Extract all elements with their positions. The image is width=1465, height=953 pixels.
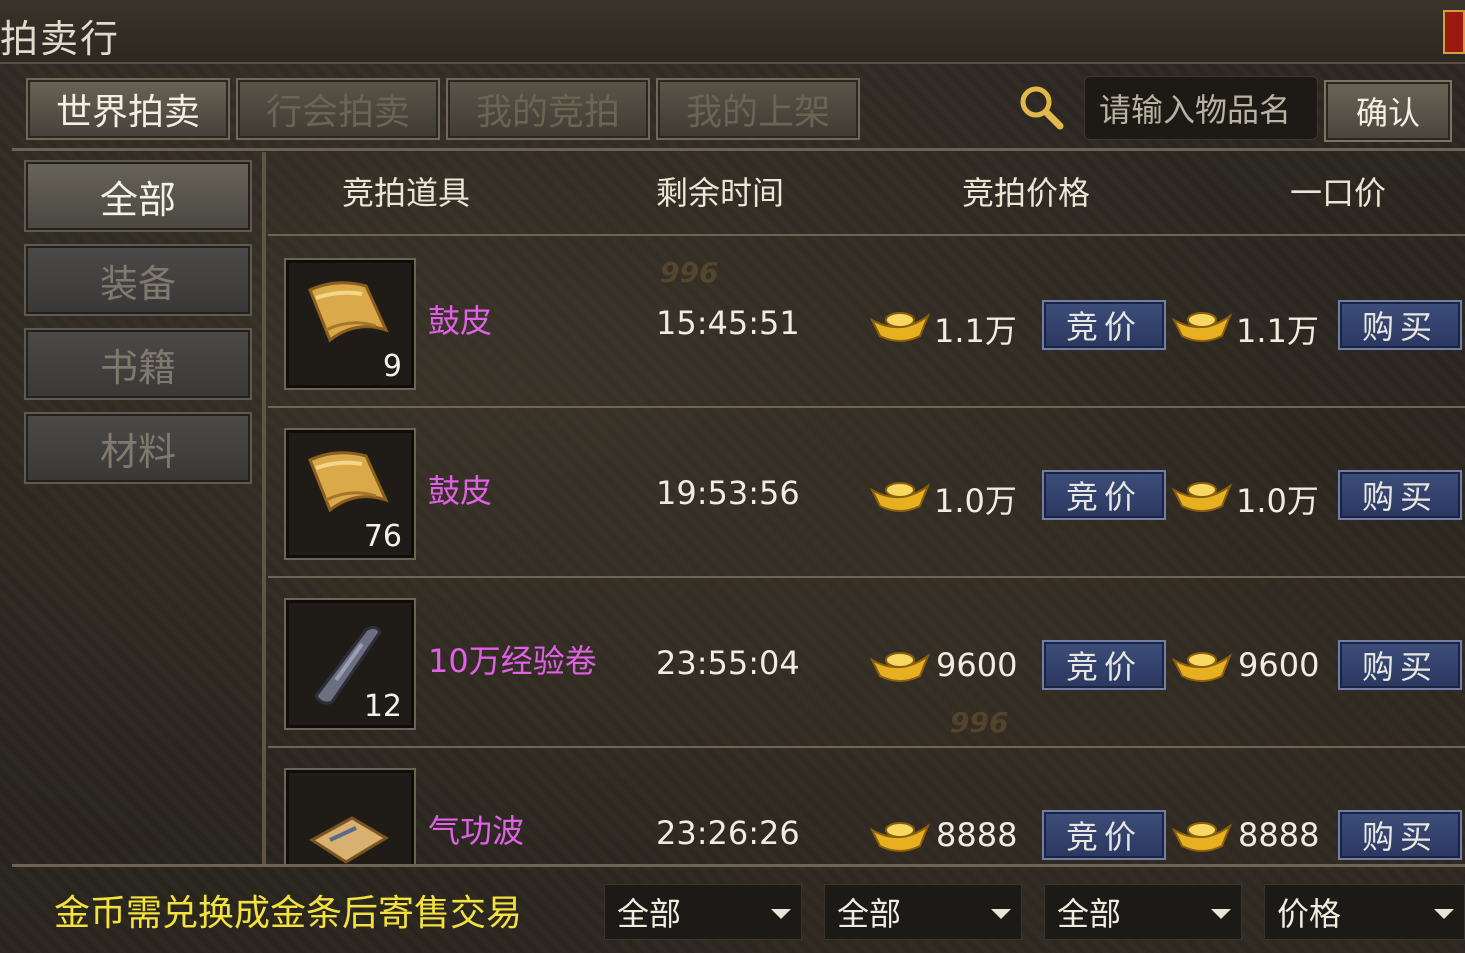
- search-input[interactable]: 请输入物品名: [1084, 76, 1318, 140]
- bid-price: 1.1万: [934, 312, 1017, 350]
- gold-exchange-notice: 金币需兑换成金条后寄售交易: [54, 893, 523, 934]
- buy-button[interactable]: 购买: [1338, 640, 1462, 690]
- gold-ingot-icon: [1172, 652, 1232, 682]
- item-quantity: 76: [363, 519, 402, 554]
- column-header-item: 竞拍道具: [342, 174, 471, 212]
- column-header-buyout: 一口价: [1290, 174, 1387, 212]
- item-name: 气功波: [428, 812, 525, 850]
- bid-button[interactable]: 竞价: [1042, 810, 1166, 860]
- gold-ingot-icon: [870, 822, 930, 852]
- filter-dropdown-2[interactable]: 全部: [824, 884, 1022, 940]
- tab-world-auction[interactable]: 世界拍卖: [26, 78, 230, 140]
- item-name: 10万经验卷: [428, 642, 597, 680]
- tab-my-bids[interactable]: 我的竞拍: [446, 78, 650, 140]
- divider: [12, 148, 1465, 151]
- column-header-bid-price: 竞拍价格: [962, 174, 1091, 212]
- item-slot[interactable]: 9: [284, 258, 416, 390]
- skill-book-icon: [309, 816, 389, 864]
- filter-dropdown-1[interactable]: 全部: [604, 884, 802, 940]
- bid-button[interactable]: 竞价: [1042, 640, 1166, 690]
- category-equipment[interactable]: 装备: [24, 244, 252, 316]
- chevron-down-icon: [1211, 909, 1231, 919]
- listing-row: 12 10万经验卷 23:55:04 9600 竞价 9600 购买: [268, 578, 1465, 746]
- gold-ingot-icon: [1172, 482, 1232, 512]
- remaining-time: 23:55:04: [656, 644, 800, 682]
- item-quantity: 12: [363, 689, 402, 724]
- dropdown-value: 全部: [617, 895, 682, 933]
- gold-ingot-icon: [1172, 822, 1232, 852]
- listing-row: 76 鼓皮 19:53:56 1.0万 竞价 1.0万 购买: [268, 408, 1465, 576]
- divider: [268, 234, 1465, 236]
- tab-my-listings[interactable]: 我的上架: [656, 78, 860, 140]
- item-slot[interactable]: 76: [284, 428, 416, 560]
- remaining-time: 23:26:26: [656, 814, 800, 852]
- search-placeholder: 请输入物品名: [1099, 91, 1292, 129]
- item-name: 鼓皮: [428, 302, 493, 340]
- chevron-down-icon: [771, 909, 791, 919]
- buyout-price: 9600: [1238, 646, 1320, 684]
- column-header-time: 剩余时间: [656, 174, 785, 212]
- sort-dropdown[interactable]: 价格: [1264, 884, 1465, 940]
- buy-button[interactable]: 购买: [1338, 470, 1462, 520]
- listing-row: 气功波 23:26:26 8888 竞价 8888 购买: [268, 748, 1465, 864]
- bid-button[interactable]: 竞价: [1042, 470, 1166, 520]
- remaining-time: 15:45:51: [656, 304, 800, 342]
- gold-ingot-icon: [870, 652, 930, 682]
- bid-price: 9600: [936, 646, 1018, 684]
- filter-dropdown-3[interactable]: 全部: [1044, 884, 1242, 940]
- item-slot[interactable]: 12: [284, 598, 416, 730]
- sidebar-divider: [262, 152, 266, 864]
- item-slot[interactable]: [284, 768, 416, 864]
- close-button[interactable]: [1443, 10, 1465, 54]
- bid-price: 1.0万: [934, 482, 1017, 520]
- bid-button[interactable]: 竞价: [1042, 300, 1166, 350]
- gold-ingot-icon: [1172, 312, 1232, 342]
- window-title: 拍卖行: [0, 17, 121, 61]
- chevron-down-icon: [991, 909, 1011, 919]
- buyout-price: 8888: [1238, 816, 1320, 854]
- category-materials[interactable]: 材料: [24, 412, 252, 484]
- buyout-price: 1.0万: [1236, 482, 1319, 520]
- dropdown-value: 全部: [1057, 895, 1122, 933]
- title-bar: 拍卖行: [0, 0, 1465, 64]
- bid-price: 8888: [936, 816, 1018, 854]
- tab-guild-auction[interactable]: 行会拍卖: [236, 78, 440, 140]
- dropdown-value: 全部: [837, 895, 902, 933]
- chevron-down-icon: [1434, 909, 1454, 919]
- confirm-button[interactable]: 确认: [1324, 80, 1452, 142]
- listing-row: 9 鼓皮 15:45:51 1.1万 竞价 1.1万 购买: [268, 238, 1465, 406]
- gold-ingot-icon: [870, 312, 930, 342]
- divider: [12, 864, 1465, 867]
- category-books[interactable]: 书籍: [24, 328, 252, 400]
- gold-ingot-icon: [870, 482, 930, 512]
- item-name: 鼓皮: [428, 472, 493, 510]
- search-icon[interactable]: [1016, 82, 1066, 132]
- buyout-price: 1.1万: [1236, 312, 1319, 350]
- dropdown-value: 价格: [1277, 895, 1342, 933]
- item-quantity: 9: [382, 349, 402, 384]
- category-all[interactable]: 全部: [24, 160, 252, 232]
- buy-button[interactable]: 购买: [1338, 810, 1462, 860]
- remaining-time: 19:53:56: [656, 474, 800, 512]
- buy-button[interactable]: 购买: [1338, 300, 1462, 350]
